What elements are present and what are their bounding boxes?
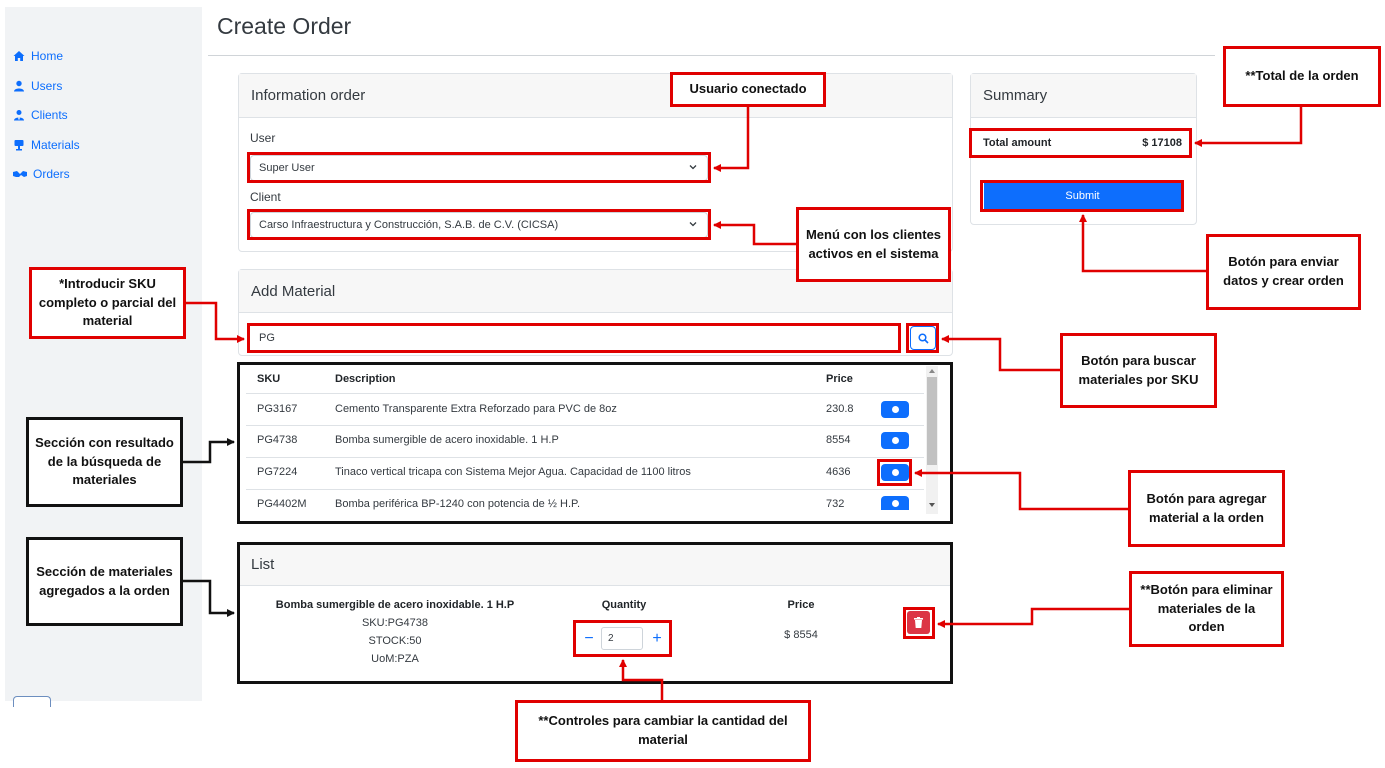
connector-sku	[184, 301, 245, 343]
callout-controles-cantidad: **Controles para cambiar la cantidad del…	[515, 700, 811, 762]
callout-usuario-conectado: Usuario conectado	[670, 72, 826, 107]
connector-agregar	[914, 469, 1130, 511]
callout-resultado-busqueda: Sección con resultado de la búsqueda de …	[26, 417, 183, 507]
connector-enviar	[1079, 214, 1207, 273]
callout-materiales-agregados: Sección de materiales agregados a la ord…	[26, 537, 183, 626]
connector-clientes	[713, 221, 796, 246]
callout-total-orden: **Total de la orden	[1223, 46, 1381, 107]
callout-agregar-material: Botón para agregar material a la orden	[1128, 470, 1285, 547]
callout-introducir-sku: *Introducir SKU completo o parcial del m…	[29, 267, 186, 339]
connector-total	[1194, 105, 1303, 147]
callout-menu-clientes: Menú con los clientes activos en el sist…	[796, 207, 951, 282]
callout-eliminar-materiales: **Botón para eliminar materiales de la o…	[1129, 571, 1284, 647]
connector-usuario	[713, 107, 750, 172]
callout-buscar-sku: Botón para buscar materiales por SKU	[1060, 333, 1217, 408]
connector-agregados	[182, 579, 235, 617]
connector-cantidad	[619, 659, 664, 702]
connector-buscar	[941, 335, 1062, 372]
connector-resultado	[182, 438, 235, 464]
callout-enviar-datos: Botón para enviar datos y crear orden	[1206, 234, 1361, 310]
connector-eliminar	[937, 607, 1130, 628]
